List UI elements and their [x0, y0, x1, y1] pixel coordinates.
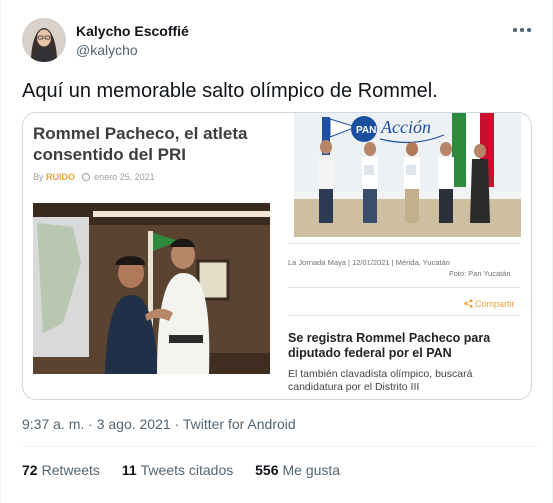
byline-date: enero 25, 2021 [94, 172, 155, 182]
left-article-byline: By RUIDO enero 25, 2021 [33, 172, 155, 182]
photo-caption: La Jornada Maya | 12/01/2021 | Mérida, Y… [288, 258, 450, 267]
share-link: Compartir [464, 299, 515, 309]
right-article-headline: Se registra Rommel Pacheco para diputado… [288, 331, 491, 360]
likes-stat[interactable]: 556 Me gusta [255, 462, 340, 478]
photo-banner-text: Acción [380, 117, 431, 137]
tweet-timestamp[interactable]: 9:37 a. m. · 3 ago. 2021 · Twitter for A… [22, 416, 296, 432]
share-label: Compartir [475, 299, 515, 309]
clock-icon [81, 173, 90, 181]
byline-prefix: By [33, 172, 44, 182]
tweet-text: Aquí un memorable salto olímpico de Romm… [22, 80, 438, 102]
author-name[interactable]: Kalycho Escoffié [76, 22, 189, 40]
quotes-count: 11 [121, 462, 137, 478]
author-block[interactable]: Kalycho Escoffié @kalycho [76, 22, 189, 60]
byline-source: RUIDO [46, 172, 76, 182]
tweet-stats: 72 Retweets 11 Tweets citados 556 Me gusta [22, 462, 358, 478]
right-article-photo: PAN Acción [294, 113, 521, 237]
caption-divider [288, 243, 520, 244]
retweets-label: Retweets [41, 462, 100, 478]
avatar[interactable] [22, 18, 66, 62]
share-divider-top [288, 287, 520, 288]
photo-credit: Foto: Pan Yucatán [449, 269, 511, 278]
likes-label: Me gusta [282, 462, 341, 478]
share-divider-bottom [288, 315, 520, 316]
retweets-stat[interactable]: 72 Retweets [22, 462, 100, 478]
likes-count: 556 [255, 462, 279, 478]
left-article-title: Rommel Pacheco, el atleta consentido del… [33, 124, 248, 164]
quote-tweets-stat[interactable]: 11 Tweets citados [122, 462, 233, 478]
right-article-subline: El también clavadista olímpico, buscará … [288, 368, 473, 393]
svg-text:PAN: PAN [356, 125, 376, 136]
tweet-media-image[interactable]: Rommel Pacheco, el atleta consentido del… [22, 112, 532, 400]
more-horizontal-icon[interactable] [511, 22, 533, 38]
quotes-label: Tweets citados [140, 462, 234, 478]
retweets-count: 72 [22, 462, 38, 478]
stats-divider [22, 446, 537, 447]
author-handle[interactable]: @kalycho [76, 40, 189, 60]
left-article-photo [33, 203, 270, 374]
share-icon [464, 299, 473, 308]
tweet-header: Kalycho Escoffié @kalycho [22, 18, 537, 64]
